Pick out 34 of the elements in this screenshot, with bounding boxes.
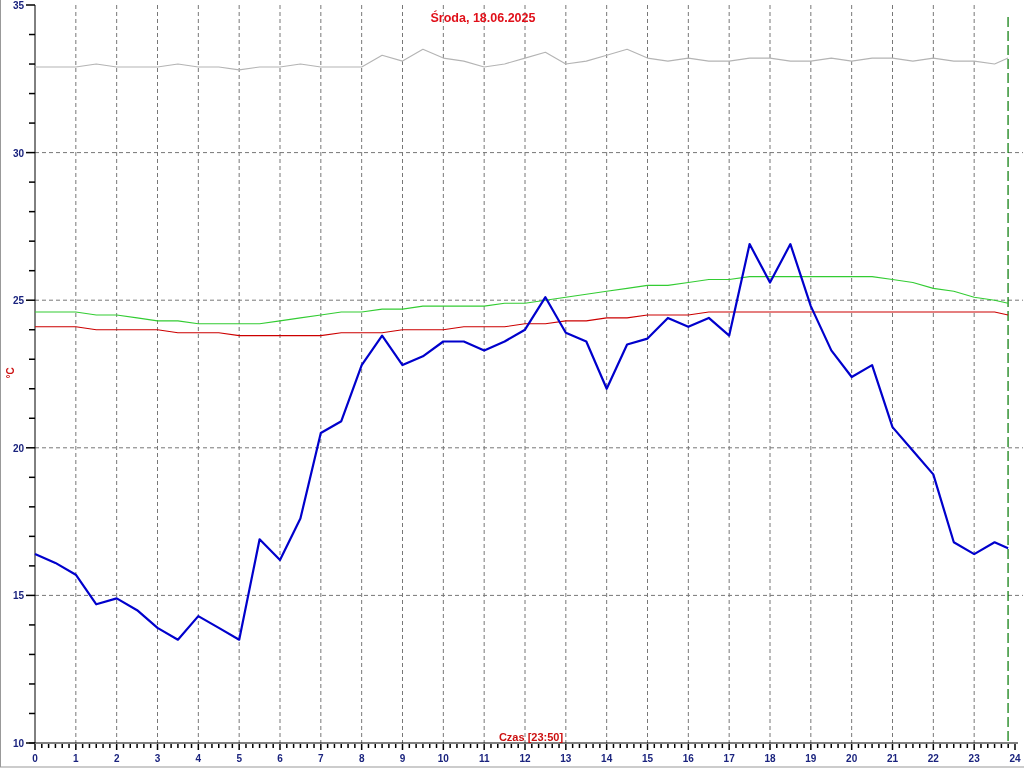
tick-label: 19 bbox=[805, 753, 817, 764]
axis-title: °C bbox=[5, 367, 16, 379]
tick-label: 8 bbox=[358, 753, 365, 764]
tick-label: 10 bbox=[437, 753, 449, 764]
tick-label: 1 bbox=[73, 753, 79, 764]
tick-label: 5 bbox=[236, 753, 242, 764]
chart-title: Środa, 18.06.2025 bbox=[430, 11, 536, 25]
tick-label: 24 bbox=[1009, 753, 1021, 764]
tick-label: 25 bbox=[12, 295, 24, 307]
tick-label: 14 bbox=[601, 753, 613, 764]
tick-label: 15 bbox=[12, 590, 24, 602]
tick-label: 4 bbox=[195, 753, 202, 764]
tick-label: 11 bbox=[478, 753, 490, 764]
tick-label: 9 bbox=[399, 753, 406, 764]
tick-label: 6 bbox=[277, 753, 283, 764]
tick-label: 0 bbox=[32, 753, 38, 764]
tick-label: 23 bbox=[968, 753, 980, 764]
tick-label: 3 bbox=[154, 753, 161, 764]
tick-label: 12 bbox=[519, 753, 531, 764]
tick-label: 18 bbox=[764, 753, 776, 764]
tick-label: 20 bbox=[12, 442, 24, 454]
tick-label: 15 bbox=[641, 753, 654, 764]
tick-label: 13 bbox=[560, 753, 572, 764]
tick-label: 22 bbox=[927, 753, 939, 764]
tick-label: 2 bbox=[113, 753, 120, 764]
tick-label: 35 bbox=[12, 0, 24, 11]
tick-label: 30 bbox=[12, 147, 24, 159]
axis-title: Czas [23:50] bbox=[498, 731, 564, 743]
tick-label: 17 bbox=[723, 753, 735, 764]
tick-label: 10 bbox=[12, 738, 24, 749]
tick-label: 7 bbox=[318, 753, 324, 764]
tick-label: 21 bbox=[886, 753, 899, 764]
tick-label: 20 bbox=[846, 753, 858, 764]
tick-label: 16 bbox=[682, 753, 694, 764]
